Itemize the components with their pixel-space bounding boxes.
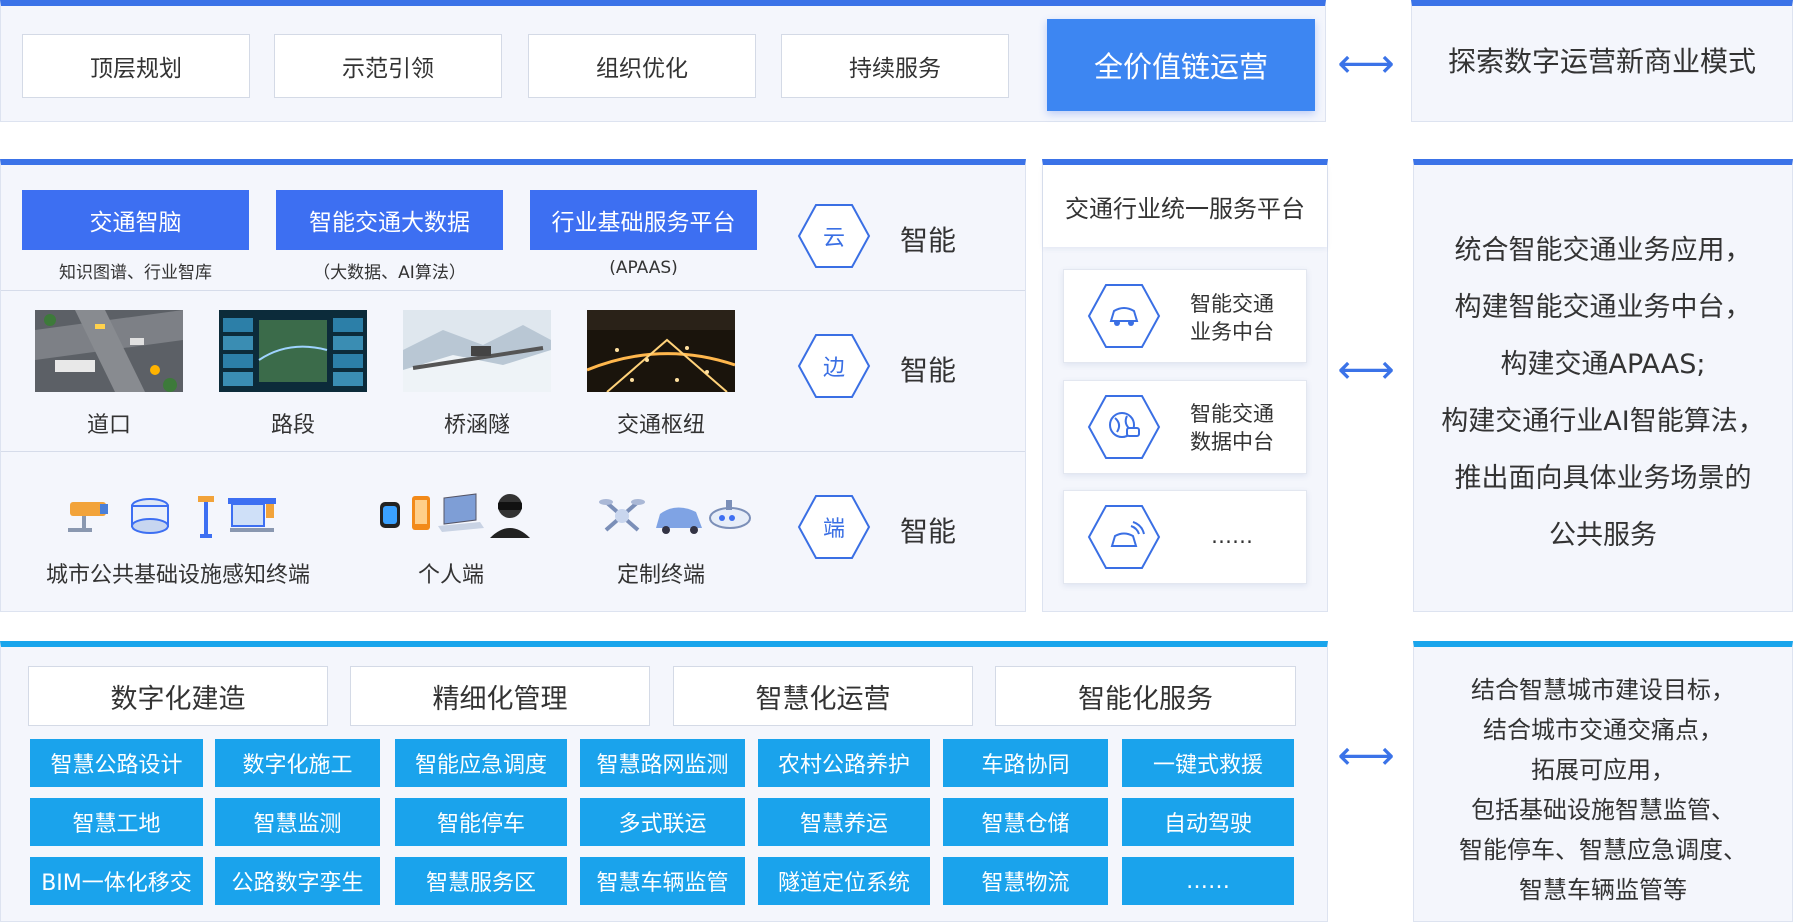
top-item-2: 示范引领 xyxy=(274,34,502,98)
middle-right-text: 统合智能交通业务应用， 构建智能交通业务中台， 构建交通APAAS; 构建交通行… xyxy=(1413,222,1793,564)
middle-right-line-6: 公共服务 xyxy=(1549,520,1657,551)
photo-bridge xyxy=(403,310,551,392)
bottom-header-4: 智能化服务 xyxy=(995,666,1296,726)
service-cell-r1-c2: 数字化施工 xyxy=(215,739,380,787)
divider-1 xyxy=(1,290,1025,291)
bottom-right-line-3: 拓展可应用， xyxy=(1531,756,1675,784)
drone-icon xyxy=(599,499,645,532)
cloud-sub-bigdata: （大数据、AI算法） xyxy=(313,263,466,283)
top-item-4: 持续服务 xyxy=(781,34,1009,98)
platform-card-data-label: 智能交通 数据中台 xyxy=(1190,402,1274,454)
edge-caption-hub: 交通枢纽 xyxy=(616,413,705,438)
photo-road xyxy=(219,310,367,392)
bottom-right-line-6: 智慧车辆监管等 xyxy=(1519,876,1687,904)
bottom-header-3: 智慧化运营 xyxy=(673,666,973,726)
service-cell-r3-c5: 隧道定位系统 xyxy=(758,857,930,905)
car-hex-icon xyxy=(1087,283,1161,349)
platform-card-business-label: 智能交通 业务中台 xyxy=(1190,292,1274,344)
service-cell-r2-c2: 智慧监测 xyxy=(215,798,380,846)
cloud-button-bigdata: 智能交通大数据 xyxy=(276,190,503,250)
service-cell-r2-c1: 智慧工地 xyxy=(30,798,203,846)
top-right-text: 探索数字运营新商业模式 xyxy=(1447,45,1756,78)
camera-icon xyxy=(68,502,108,532)
photo-hub xyxy=(587,310,735,392)
laptop-icon xyxy=(438,493,484,532)
service-cell-r3-c2: 公路数字孪生 xyxy=(215,857,380,905)
service-cell-r1-c6: 车路协同 xyxy=(943,739,1108,787)
service-cell-r1-c4: 智慧路网监测 xyxy=(580,739,745,787)
top-highlight: 全价值链运营 xyxy=(1047,19,1315,111)
hex-edge-label: 边 xyxy=(822,356,845,381)
middle-right-line-3: 构建交通APAAS; xyxy=(1500,349,1706,380)
edge-caption-bridge: 桥涵隧 xyxy=(443,413,510,438)
hex-terminal-label: 端 xyxy=(822,517,845,542)
middle-right-line-2: 构建智能交通业务中台， xyxy=(1454,292,1752,323)
top-item-1: 顶层规划 xyxy=(22,34,250,98)
cloud-sub-brain: 知识图谱、行业智库 xyxy=(59,263,212,283)
service-cell-r3-c7: …… xyxy=(1122,857,1294,905)
hex-cloud-label: 云 xyxy=(822,226,845,251)
service-cell-r3-c3: 智慧服务区 xyxy=(395,857,567,905)
service-cell-r2-c6: 智慧仓储 xyxy=(943,798,1108,846)
service-cell-r3-c6: 智慧物流 xyxy=(943,857,1108,905)
underwater-robot-icon xyxy=(709,500,751,529)
middle-right-line-5: 推出面向具体业务场景的 xyxy=(1454,463,1752,494)
middle-right-line-1: 统合智能交通业务应用， xyxy=(1454,235,1752,266)
platform-title: 交通行业统一服务平台 xyxy=(1065,194,1305,223)
photo-crossing xyxy=(35,310,183,392)
cloud-button-apaas: 行业基础服务平台 xyxy=(530,190,757,250)
bottom-right-line-4: 包括基础设施智慧监管、 xyxy=(1471,796,1735,824)
platform-card-more-label: …… xyxy=(1211,524,1253,548)
globe-car-hex-icon xyxy=(1087,394,1161,460)
edge-caption-road: 路段 xyxy=(270,413,315,438)
service-cell-r2-c7: 自动驾驶 xyxy=(1122,798,1294,846)
hex-cloud: 云 xyxy=(797,203,871,269)
service-cell-r3-c4: 智慧车辆监管 xyxy=(580,857,745,905)
terminal-caption-sensor: 城市公共基础设施感知终端 xyxy=(45,563,310,588)
signal-car-hex-icon xyxy=(1087,504,1161,570)
bottom-right-text: 结合智慧城市建设目标， 结合城市交通交痛点， 拓展可应用， 包括基础设施智慧监管… xyxy=(1413,670,1793,910)
service-cell-r1-c1: 智慧公路设计 xyxy=(30,739,203,787)
hex-terminal: 端 xyxy=(797,494,871,560)
custom-icons xyxy=(598,492,754,540)
cloud-button-brain: 交通智脑 xyxy=(22,190,249,250)
service-cell-r2-c3: 智能停车 xyxy=(395,798,567,846)
bottom-arrow: ⟷ xyxy=(1337,733,1395,779)
sensor-icons xyxy=(64,492,280,540)
smartwatch-icon xyxy=(380,502,400,528)
bottom-right-line-5: 智能停车、智慧应急调度、 xyxy=(1459,836,1747,864)
phone-icon xyxy=(412,496,430,530)
vr-user-icon xyxy=(490,494,530,538)
bottom-right-line-2: 结合城市交通交痛点， xyxy=(1483,716,1723,744)
bottom-header-1: 数字化建造 xyxy=(28,666,328,726)
middle-arrow: ⟷ xyxy=(1337,347,1395,393)
terminal-caption-personal: 个人端 xyxy=(417,563,484,588)
service-cell-r3-c1: BIM一体化移交 xyxy=(30,857,203,905)
personal-icons xyxy=(376,490,536,540)
pole-icon xyxy=(198,496,214,538)
sensor-cylinder-icon xyxy=(131,498,169,534)
service-cell-r1-c5: 农村公路养护 xyxy=(758,739,930,787)
hex-edge: 边 xyxy=(797,333,871,399)
bus-stop-icon xyxy=(228,498,276,532)
middle-right-line-4: 构建交通行业AI智能算法， xyxy=(1441,406,1765,437)
bottom-right-line-1: 结合智慧城市建设目标， xyxy=(1471,676,1735,704)
top-arrow: ⟷ xyxy=(1337,41,1395,87)
cloud-tag: 智能 xyxy=(900,224,957,257)
service-cell-r2-c5: 智慧养运 xyxy=(758,798,930,846)
top-item-3: 组织优化 xyxy=(528,34,756,98)
bottom-header-2: 精细化管理 xyxy=(350,666,650,726)
terminal-tag: 智能 xyxy=(900,515,957,548)
cloud-sub-apaas: (APAAS) xyxy=(609,258,678,278)
autonomous-car-icon xyxy=(656,507,702,534)
divider-2 xyxy=(1,451,1025,452)
service-cell-r1-c3: 智能应急调度 xyxy=(395,739,567,787)
edge-tag: 智能 xyxy=(900,354,957,387)
edge-caption-crossing: 道口 xyxy=(86,413,131,438)
service-cell-r1-c7: 一键式救援 xyxy=(1122,739,1294,787)
service-cell-r2-c4: 多式联运 xyxy=(580,798,745,846)
terminal-caption-custom: 定制终端 xyxy=(616,563,705,588)
